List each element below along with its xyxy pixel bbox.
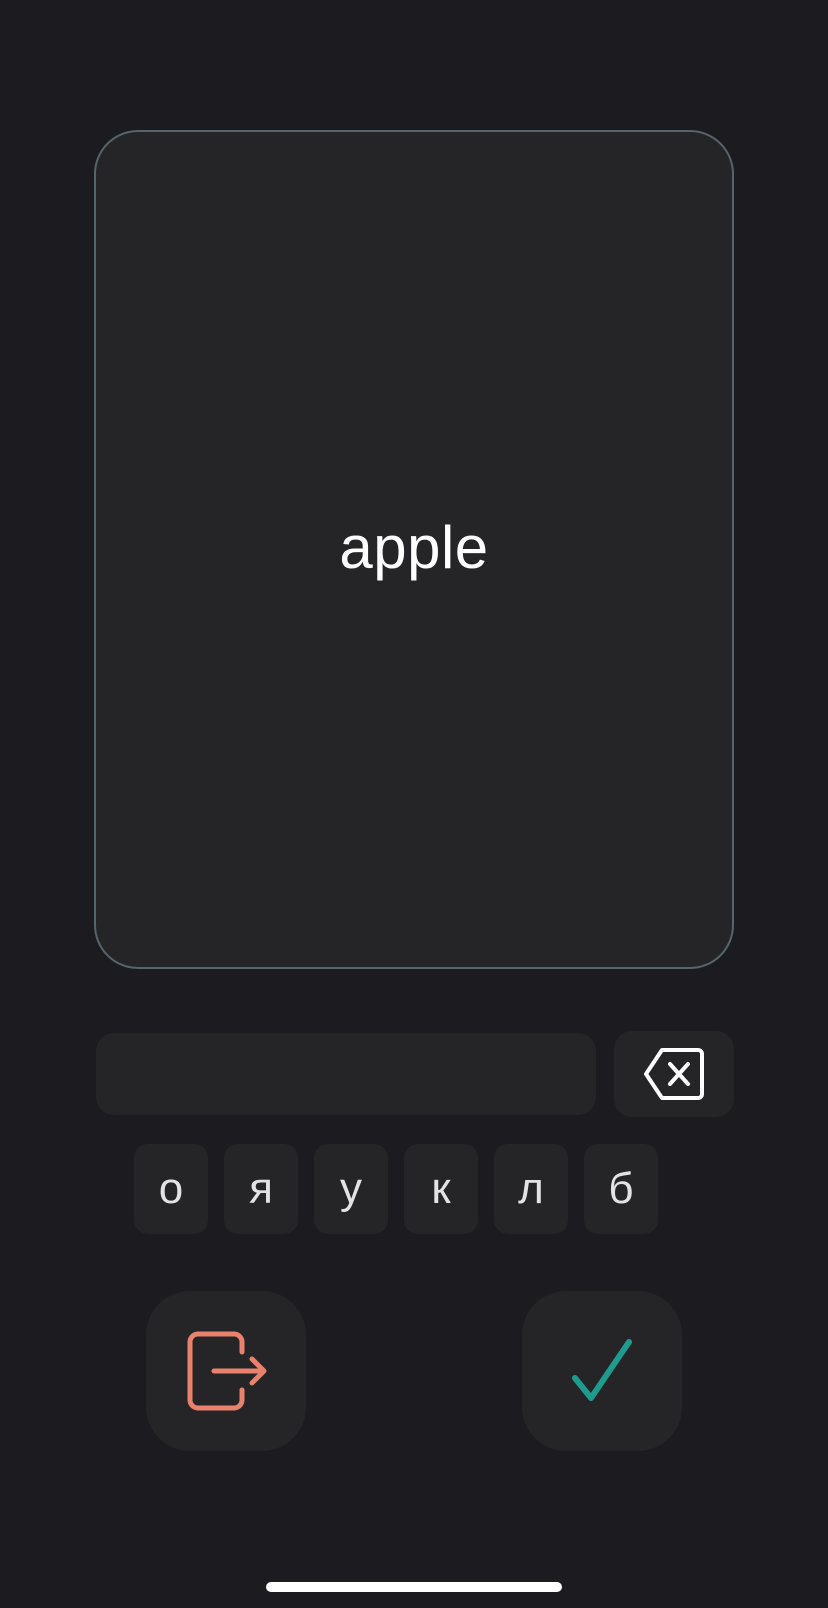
letter-key[interactable]: л [494,1144,568,1234]
letter-key[interactable]: у [314,1144,388,1234]
flashcard-word: apple [339,514,489,581]
letter-key[interactable]: к [404,1144,478,1234]
letter-key[interactable]: о [134,1144,208,1234]
backspace-icon [644,1048,704,1100]
checkmark-icon [572,1339,632,1401]
home-indicator[interactable] [266,1582,562,1592]
exit-button[interactable] [146,1291,306,1451]
letter-keys-row: о я у к л б [134,1144,658,1234]
letter-key[interactable]: я [224,1144,298,1234]
answer-input[interactable] [96,1033,596,1115]
exit-icon [187,1331,267,1411]
check-button[interactable] [522,1291,682,1451]
backspace-button[interactable] [614,1031,734,1117]
flashcard[interactable]: apple [94,130,734,969]
letter-key[interactable]: б [584,1144,658,1234]
